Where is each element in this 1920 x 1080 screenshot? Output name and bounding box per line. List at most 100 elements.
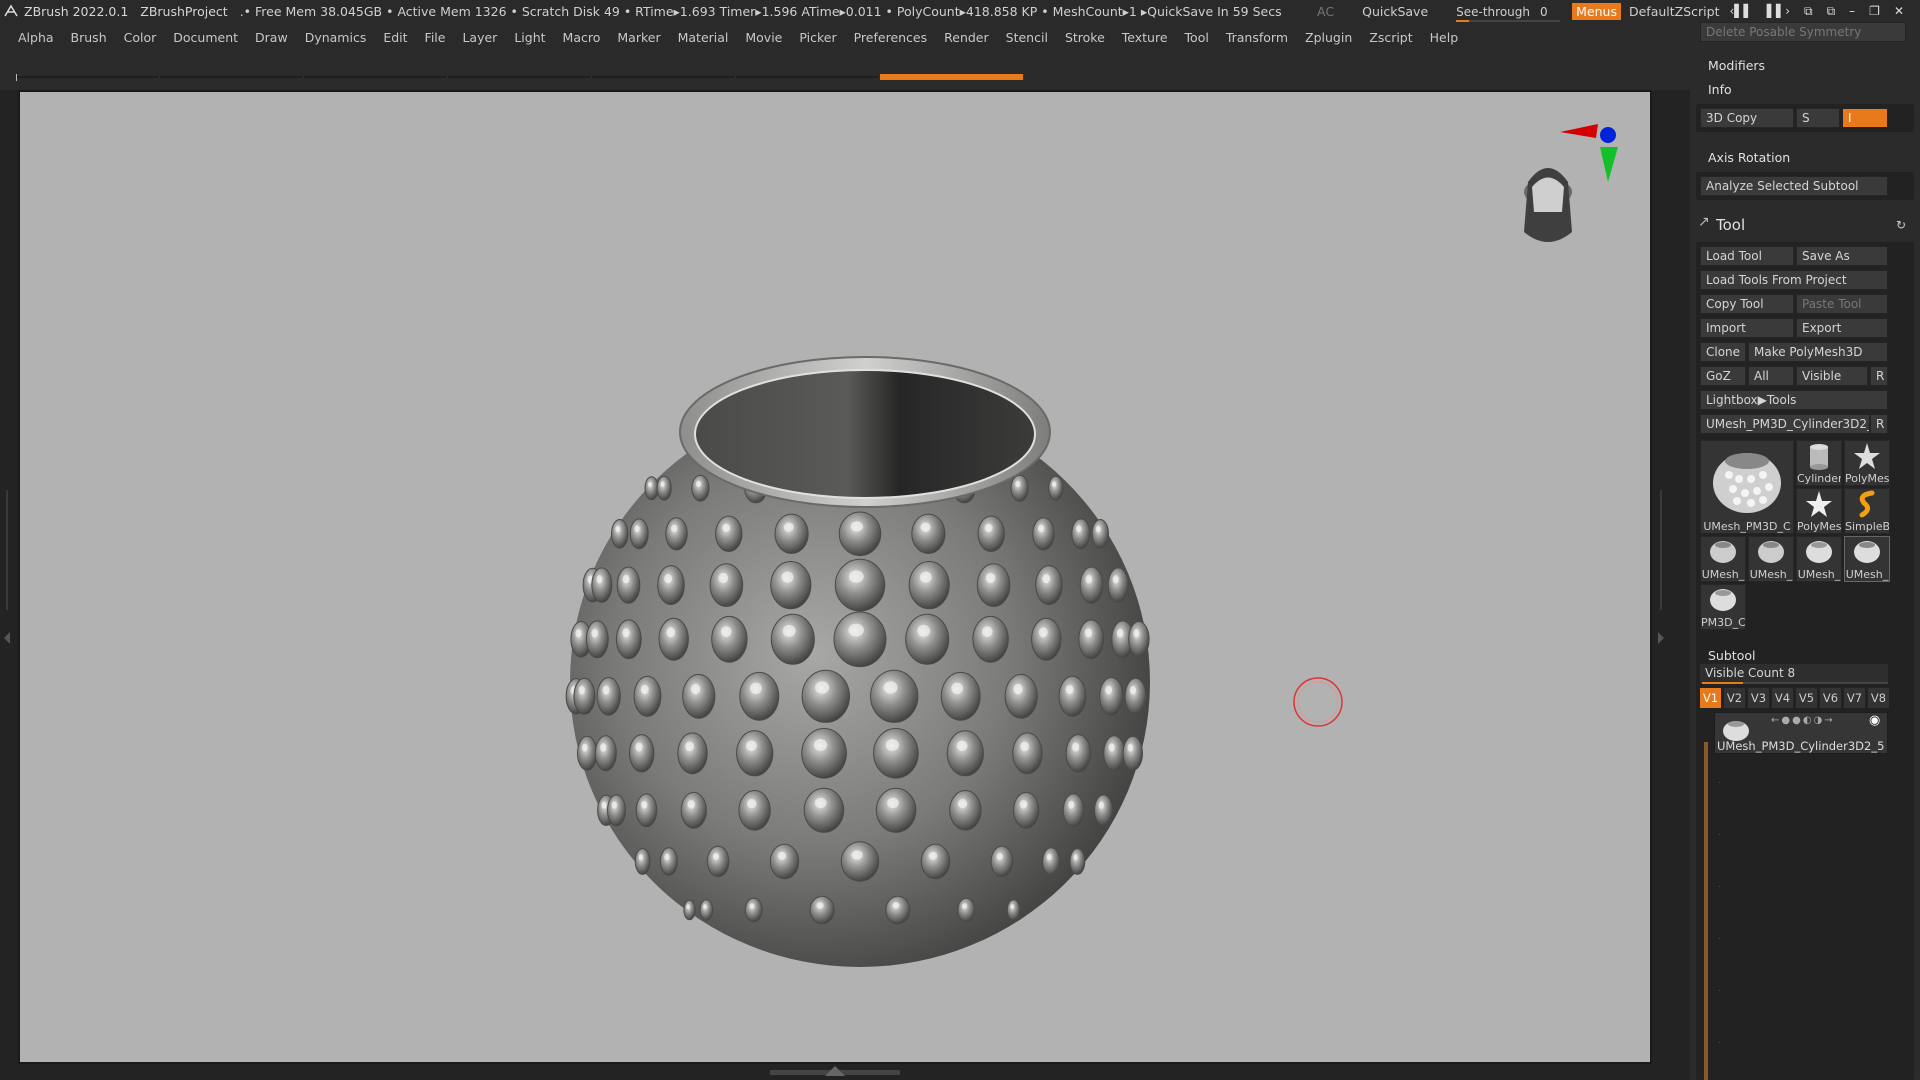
subtool-section-title[interactable]: Subtool bbox=[1708, 648, 1755, 663]
current-tool-r-button[interactable]: R bbox=[1870, 414, 1888, 434]
layout-toggle-icon[interactable]: ▌▌› bbox=[1767, 4, 1790, 19]
vtab-v7[interactable]: V7 bbox=[1844, 688, 1865, 708]
copy-tool-button[interactable]: Copy Tool bbox=[1700, 294, 1794, 314]
left-tray-expand-icon[interactable] bbox=[4, 632, 10, 644]
doc-tab-3[interactable] bbox=[304, 76, 448, 78]
palette-refresh-icon[interactable]: ↻ bbox=[1896, 218, 1906, 232]
analyze-subtool-button[interactable]: Analyze Selected Subtool bbox=[1700, 176, 1888, 196]
doc-tab-2[interactable] bbox=[160, 76, 304, 78]
subtool-toggle-icons[interactable]: ←●●◐◑→ bbox=[1771, 715, 1835, 726]
delete-posable-symmetry-button[interactable]: Delete Posable Symmetry bbox=[1700, 22, 1906, 42]
menu-draw[interactable]: Draw bbox=[255, 30, 288, 45]
tool-thumb-pm3d[interactable]: PM3D_C bbox=[1700, 584, 1746, 630]
menu-transform[interactable]: Transform bbox=[1226, 30, 1288, 45]
vtab-v8[interactable]: V8 bbox=[1868, 688, 1889, 708]
menu-material[interactable]: Material bbox=[678, 30, 729, 45]
menu-layer[interactable]: Layer bbox=[462, 30, 497, 45]
window-restore-small-icon[interactable]: ⧉ bbox=[1827, 4, 1836, 19]
visible-count-slider[interactable]: Visible Count 8 bbox=[1700, 664, 1888, 684]
close-icon[interactable]: ✕ bbox=[1894, 4, 1904, 19]
menu-picker[interactable]: Picker bbox=[799, 30, 836, 45]
right-tray-handle[interactable] bbox=[1660, 490, 1662, 610]
umesh-pot-model[interactable] bbox=[565, 356, 1150, 967]
save-as-button[interactable]: Save As bbox=[1796, 246, 1888, 266]
menu-movie[interactable]: Movie bbox=[745, 30, 782, 45]
layout-cycle-icon[interactable]: ‹▌▌ bbox=[1729, 4, 1752, 19]
vtab-v2[interactable]: V2 bbox=[1724, 688, 1745, 708]
doc-tab-4[interactable] bbox=[448, 76, 592, 78]
goz-all-button[interactable]: All bbox=[1748, 366, 1794, 386]
tool-palette-title[interactable]: Tool bbox=[1716, 216, 1745, 234]
s-toggle[interactable]: S bbox=[1796, 108, 1840, 128]
vtab-v5[interactable]: V5 bbox=[1796, 688, 1817, 708]
subtool-item[interactable]: ←●●◐◑→ ◉ UMesh_PM3D_Cylinder3D2_5 bbox=[1714, 712, 1888, 754]
load-tools-from-project-button[interactable]: Load Tools From Project bbox=[1700, 270, 1888, 290]
tool-thumb-umesh-4[interactable]: UMesh_ bbox=[1844, 536, 1890, 582]
menu-stencil[interactable]: Stencil bbox=[1006, 30, 1048, 45]
tool-thumb-main[interactable]: UMesh_PM3D_C bbox=[1700, 440, 1794, 534]
window-swap-icon[interactable]: ⧉ bbox=[1804, 4, 1813, 19]
menu-light[interactable]: Light bbox=[514, 30, 545, 45]
menu-document[interactable]: Document bbox=[173, 30, 238, 45]
menu-edit[interactable]: Edit bbox=[383, 30, 407, 45]
doc-tab-5[interactable] bbox=[592, 76, 736, 78]
axis-rotation-section[interactable]: Axis Rotation bbox=[1708, 150, 1790, 165]
make-polymesh3d-button[interactable]: Make PolyMesh3D bbox=[1748, 342, 1888, 362]
menu-texture[interactable]: Texture bbox=[1122, 30, 1168, 45]
subtool-scrollbar[interactable] bbox=[1704, 742, 1708, 1080]
tool-thumb-umesh-3[interactable]: UMesh_ bbox=[1796, 536, 1842, 582]
vtab-v1[interactable]: V1 bbox=[1700, 688, 1721, 708]
doc-tab-active[interactable] bbox=[880, 74, 1024, 80]
menu-macro[interactable]: Macro bbox=[563, 30, 601, 45]
import-button[interactable]: Import bbox=[1700, 318, 1794, 338]
vtab-v4[interactable]: V4 bbox=[1772, 688, 1793, 708]
tool-thumb-polymesh-2[interactable]: PolyMes bbox=[1796, 488, 1842, 534]
tool-thumb-umesh-1[interactable]: UMesh_ bbox=[1700, 536, 1746, 582]
menu-preferences[interactable]: Preferences bbox=[854, 30, 928, 45]
menu-file[interactable]: File bbox=[425, 30, 446, 45]
goz-visible-button[interactable]: Visible bbox=[1796, 366, 1868, 386]
maximize-icon[interactable]: ❐ bbox=[1869, 4, 1880, 19]
default-zscript-button[interactable]: DefaultZScript bbox=[1629, 4, 1720, 19]
visibility-eye-icon[interactable]: ◉ bbox=[1869, 713, 1880, 728]
tool-thumb-polymesh-1[interactable]: PolyMes bbox=[1844, 440, 1890, 486]
goz-r-button[interactable]: R bbox=[1870, 366, 1888, 386]
doc-tab-6[interactable] bbox=[736, 76, 880, 78]
paste-tool-button[interactable]: Paste Tool bbox=[1796, 294, 1888, 314]
menu-brush[interactable]: Brush bbox=[71, 30, 107, 45]
tool-thumb-simplebrush[interactable]: SimpleB bbox=[1844, 488, 1890, 534]
quicksave-button[interactable]: QuickSave bbox=[1362, 4, 1428, 19]
doc-tab-1[interactable] bbox=[16, 76, 160, 78]
menu-dynamics[interactable]: Dynamics bbox=[305, 30, 367, 45]
clone-button[interactable]: Clone bbox=[1700, 342, 1746, 362]
menu-help[interactable]: Help bbox=[1430, 30, 1459, 45]
orientation-gizmo[interactable] bbox=[1524, 124, 1618, 242]
export-button[interactable]: Export bbox=[1796, 318, 1888, 338]
vtab-v6[interactable]: V6 bbox=[1820, 688, 1841, 708]
modifiers-section[interactable]: Modifiers bbox=[1708, 58, 1765, 73]
minimize-icon[interactable]: – bbox=[1849, 4, 1855, 19]
menu-alpha[interactable]: Alpha bbox=[18, 30, 54, 45]
lightbox-tools-button[interactable]: Lightbox▶Tools bbox=[1700, 390, 1888, 410]
menu-render[interactable]: Render bbox=[944, 30, 989, 45]
see-through-slider[interactable]: See-through 0 bbox=[1456, 4, 1561, 23]
canvas-viewport[interactable] bbox=[18, 90, 1652, 1064]
menu-color[interactable]: Color bbox=[124, 30, 157, 45]
menu-zscript[interactable]: Zscript bbox=[1369, 30, 1412, 45]
info-section[interactable]: Info bbox=[1708, 82, 1732, 97]
goz-button[interactable]: GoZ bbox=[1700, 366, 1746, 386]
tool-thumb-umesh-2[interactable]: UMesh_ bbox=[1748, 536, 1794, 582]
left-tray-handle[interactable] bbox=[6, 490, 8, 610]
menu-marker[interactable]: Marker bbox=[617, 30, 660, 45]
menu-stroke[interactable]: Stroke bbox=[1065, 30, 1105, 45]
current-tool-slider[interactable]: UMesh_PM3D_Cylinder3D2_5 bbox=[1700, 414, 1870, 434]
ac-toggle[interactable]: AC bbox=[1317, 4, 1334, 19]
tool-thumb-cylinder[interactable]: Cylinder bbox=[1796, 440, 1842, 486]
vtab-v3[interactable]: V3 bbox=[1748, 688, 1769, 708]
copy-3d-button[interactable]: 3D Copy bbox=[1700, 108, 1794, 128]
load-tool-button[interactable]: Load Tool bbox=[1700, 246, 1794, 266]
copy-3d-value[interactable]: I bbox=[1842, 108, 1888, 128]
menu-zplugin[interactable]: Zplugin bbox=[1305, 30, 1352, 45]
menus-button[interactable]: Menus bbox=[1572, 2, 1621, 20]
right-tray-expand-icon[interactable] bbox=[1658, 632, 1664, 644]
